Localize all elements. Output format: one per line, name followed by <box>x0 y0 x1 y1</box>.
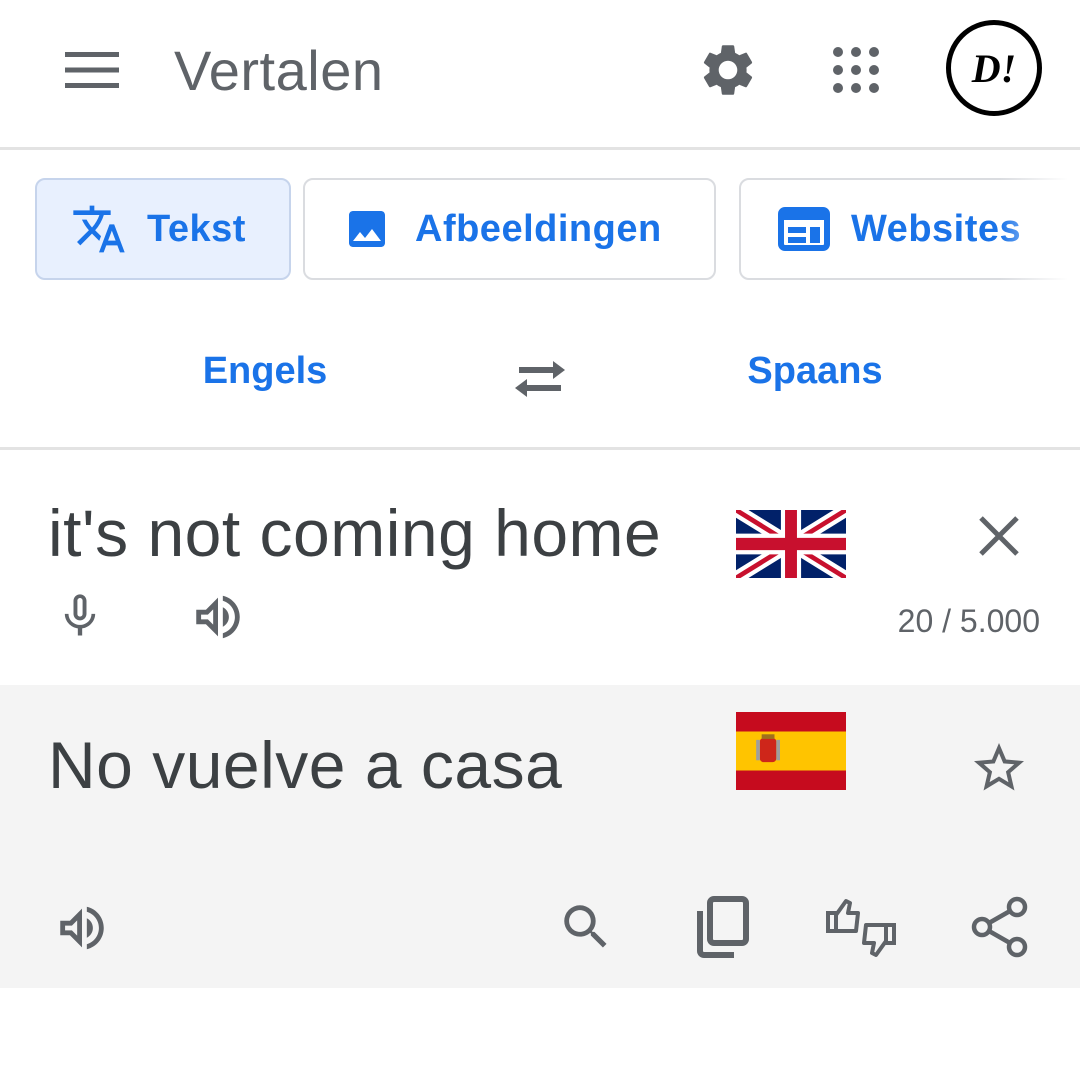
clear-button[interactable] <box>968 505 1030 567</box>
rate-translation-button[interactable] <box>822 891 900 965</box>
speaker-icon <box>60 906 104 950</box>
translate-icon <box>71 201 127 257</box>
microphone-button[interactable] <box>52 585 108 647</box>
settings-button[interactable] <box>694 36 762 104</box>
image-icon <box>343 205 391 253</box>
save-translation-button[interactable] <box>966 735 1032 801</box>
menu-icon <box>65 52 119 88</box>
share-icon <box>971 896 1028 958</box>
swap-languages-button[interactable] <box>508 352 572 404</box>
avatar[interactable]: D! <box>946 20 1042 116</box>
star-icon <box>974 743 1024 791</box>
tab-images[interactable]: Afbeeldingen <box>303 178 716 280</box>
translation-result-area: No vuelve a casa <box>0 685 1080 988</box>
tab-websites-label: Websites <box>851 207 1022 250</box>
share-button[interactable] <box>968 893 1032 961</box>
menu-button[interactable] <box>56 42 128 98</box>
web-icon <box>777 205 831 253</box>
app-bar: Vertalen D! <box>0 0 1080 150</box>
copy-button[interactable] <box>690 892 754 962</box>
tab-text-label: Tekst <box>147 207 246 250</box>
scroll-fade <box>1000 170 1080 290</box>
listen-source-button[interactable] <box>186 589 250 645</box>
tab-images-label: Afbeeldingen <box>415 207 662 250</box>
app-title: Vertalen <box>174 39 384 102</box>
language-bar: Engels Spaans <box>0 300 1080 450</box>
speaker-icon <box>196 595 240 639</box>
search-icon <box>564 905 607 948</box>
gear-icon <box>703 45 753 95</box>
avatar-initials: D! <box>971 45 1017 91</box>
spain-flag-icon <box>736 712 846 790</box>
thumbs-up-down-icon <box>826 899 896 957</box>
apps-button[interactable] <box>826 40 886 100</box>
source-text[interactable]: it's not coming home <box>48 495 661 571</box>
uk-flag-icon <box>732 504 850 584</box>
listen-translation-button[interactable] <box>50 899 114 957</box>
copy-icon <box>697 896 749 958</box>
character-count: 20 / 5.000 <box>897 603 1040 639</box>
translated-text: No vuelve a casa <box>48 728 563 802</box>
apps-grid-icon <box>833 47 879 93</box>
target-language-button[interactable]: Spaans <box>720 350 910 393</box>
close-icon <box>979 516 1019 556</box>
search-button[interactable] <box>554 895 618 959</box>
swap-icon <box>515 361 565 397</box>
source-input-area[interactable]: it's not coming home 20 / 5.000 <box>0 453 1080 685</box>
tab-text[interactable]: Tekst <box>35 178 291 280</box>
microphone-icon <box>64 594 96 636</box>
source-language-button[interactable]: Engels <box>170 350 360 393</box>
